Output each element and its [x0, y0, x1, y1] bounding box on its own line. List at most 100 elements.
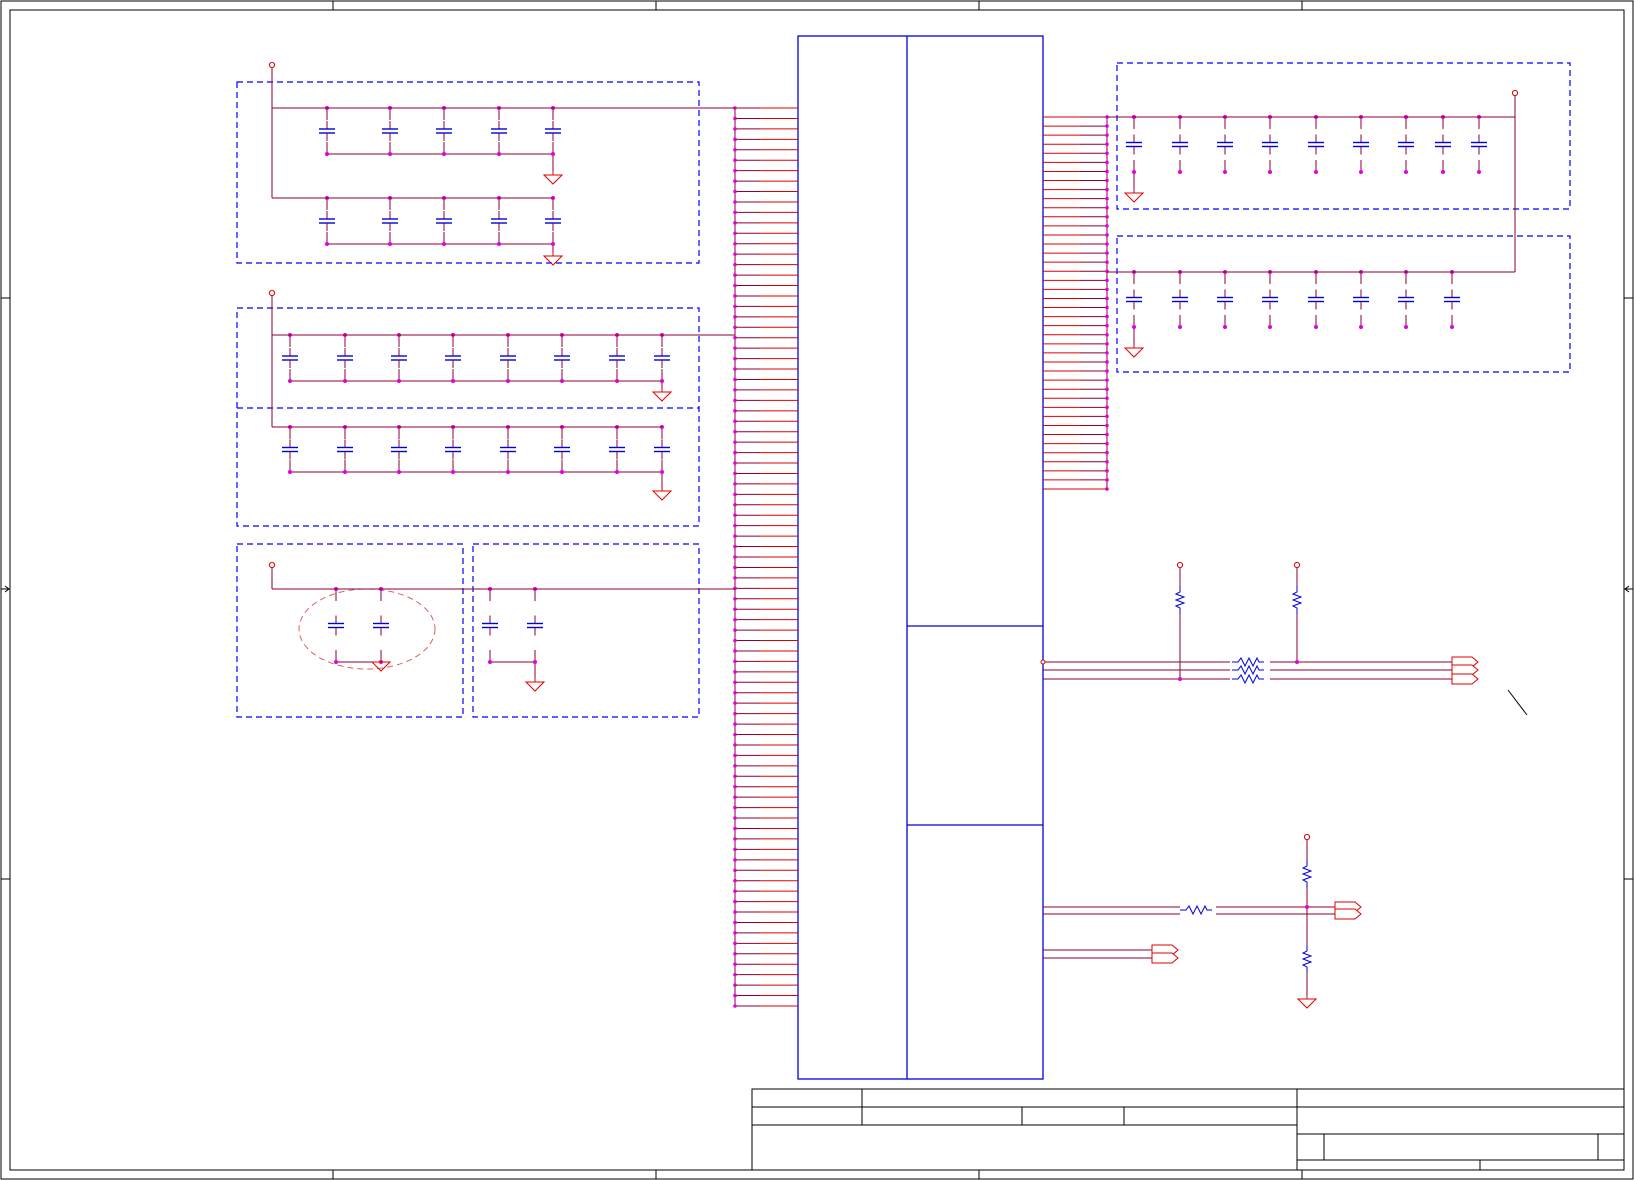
frame-arrow	[1624, 585, 1633, 593]
left-pin-junction	[733, 951, 737, 956]
cap-junction	[388, 152, 392, 156]
capacitor	[390, 347, 408, 369]
cap-junction	[1477, 170, 1481, 174]
capacitor	[281, 347, 299, 369]
right-pin-junction	[1105, 369, 1109, 373]
cap-row-3a	[327, 587, 391, 672]
left-pin-junction	[733, 252, 737, 256]
capacitor	[1307, 133, 1325, 156]
cap-junction	[1359, 325, 1363, 329]
ground-symbol	[1124, 343, 1144, 358]
cap-junction	[660, 379, 664, 383]
left-pin-junction	[733, 492, 737, 497]
left-pin-junction	[733, 200, 737, 204]
left-pin-junction	[733, 680, 737, 685]
left-pin-junction	[733, 471, 737, 476]
cap-junction	[1441, 170, 1445, 174]
capacitor	[1352, 288, 1370, 311]
pullup-resistor-2	[1292, 585, 1302, 615]
group-box-3a	[236, 543, 464, 718]
left-pin-junction	[733, 398, 737, 403]
port-3	[1451, 673, 1479, 685]
left-pin-junction	[733, 127, 737, 131]
right-pin-junction	[1105, 450, 1109, 455]
cap-row-2a	[281, 333, 672, 402]
left-pin-junction	[733, 210, 737, 215]
left-pin-junction	[733, 889, 737, 893]
cap-row-1b	[318, 196, 563, 266]
capacitor	[444, 438, 462, 461]
capacitor	[608, 438, 626, 461]
left-pin-junction	[733, 753, 737, 758]
capacitor	[1434, 133, 1452, 156]
main-ic	[797, 35, 1044, 1080]
left-pin-junction	[733, 586, 737, 591]
left-pin-junction	[733, 931, 737, 935]
capacitor	[1125, 133, 1143, 156]
group-box-3b	[472, 543, 700, 718]
cap-junction	[451, 379, 455, 383]
left-pin-junction	[733, 993, 737, 998]
left-pin-junction	[733, 513, 737, 518]
left-pin-junction	[733, 294, 737, 298]
left-pin-junction	[733, 461, 737, 465]
left-pin-junction	[733, 920, 737, 925]
right-pin-junction	[1105, 260, 1109, 264]
left-pin-junction	[733, 795, 737, 799]
cap-junction	[1132, 325, 1136, 329]
left-pin-junction	[733, 482, 737, 486]
left-pin-junction	[733, 409, 737, 413]
left-pin-junction	[733, 450, 737, 455]
right-pin-junction	[1105, 296, 1109, 301]
right-pin-junction	[1105, 414, 1109, 419]
cap-junction	[1404, 325, 1408, 329]
left-pin-junction	[733, 419, 737, 424]
capacitor	[1261, 288, 1279, 311]
cap-junction	[506, 379, 510, 383]
left-pin-junction	[733, 576, 737, 580]
cap-junction	[497, 152, 501, 156]
left-pin-junction	[733, 534, 737, 538]
cap-junction	[506, 470, 510, 474]
right-pin-junction	[1105, 459, 1109, 464]
capacitor	[444, 347, 462, 369]
cap-junction	[288, 470, 292, 474]
schematic-sheet	[0, 0, 1634, 1180]
capacitor	[372, 614, 390, 637]
capacitor	[1125, 288, 1143, 311]
ground-symbol	[371, 657, 391, 672]
right-pin-junction	[1105, 387, 1109, 391]
cap-junction	[615, 470, 619, 474]
left-pin-junction	[733, 544, 737, 549]
capacitor	[1352, 133, 1370, 156]
capacitor	[435, 210, 453, 232]
junctions-signal	[1040, 659, 1309, 909]
cap-junction	[660, 470, 664, 474]
left-pin-junction	[733, 983, 737, 987]
left-pin-junction	[733, 273, 737, 277]
left-pin-junction	[733, 868, 737, 873]
capacitor	[526, 614, 544, 637]
right-pin-junction	[1105, 351, 1109, 355]
left-pin-junction	[733, 628, 737, 632]
left-pin-junction	[733, 367, 737, 371]
left-pin-junction	[733, 596, 737, 601]
capacitor	[336, 347, 354, 369]
capacitor	[1261, 133, 1279, 156]
cap-row-right-b	[1124, 270, 1461, 358]
left-pin-junction	[733, 816, 737, 820]
cap-junction	[1132, 170, 1136, 174]
right-pin-junction	[1105, 215, 1109, 219]
right-pin-junction	[1105, 441, 1109, 446]
ic-right-pin-bus	[1043, 115, 1109, 491]
left-pin-junction	[733, 837, 737, 841]
right-pin-junction	[1105, 224, 1109, 228]
left-pin-junction	[733, 315, 737, 319]
capacitor	[1470, 133, 1488, 156]
capacitor	[1216, 288, 1234, 311]
left-pin-junction	[733, 241, 737, 246]
frame-zone-ticks	[1, 1, 1633, 1179]
cap-junction	[1450, 325, 1454, 329]
left-pin-junction	[733, 962, 737, 967]
left-pin-junction	[733, 158, 737, 163]
